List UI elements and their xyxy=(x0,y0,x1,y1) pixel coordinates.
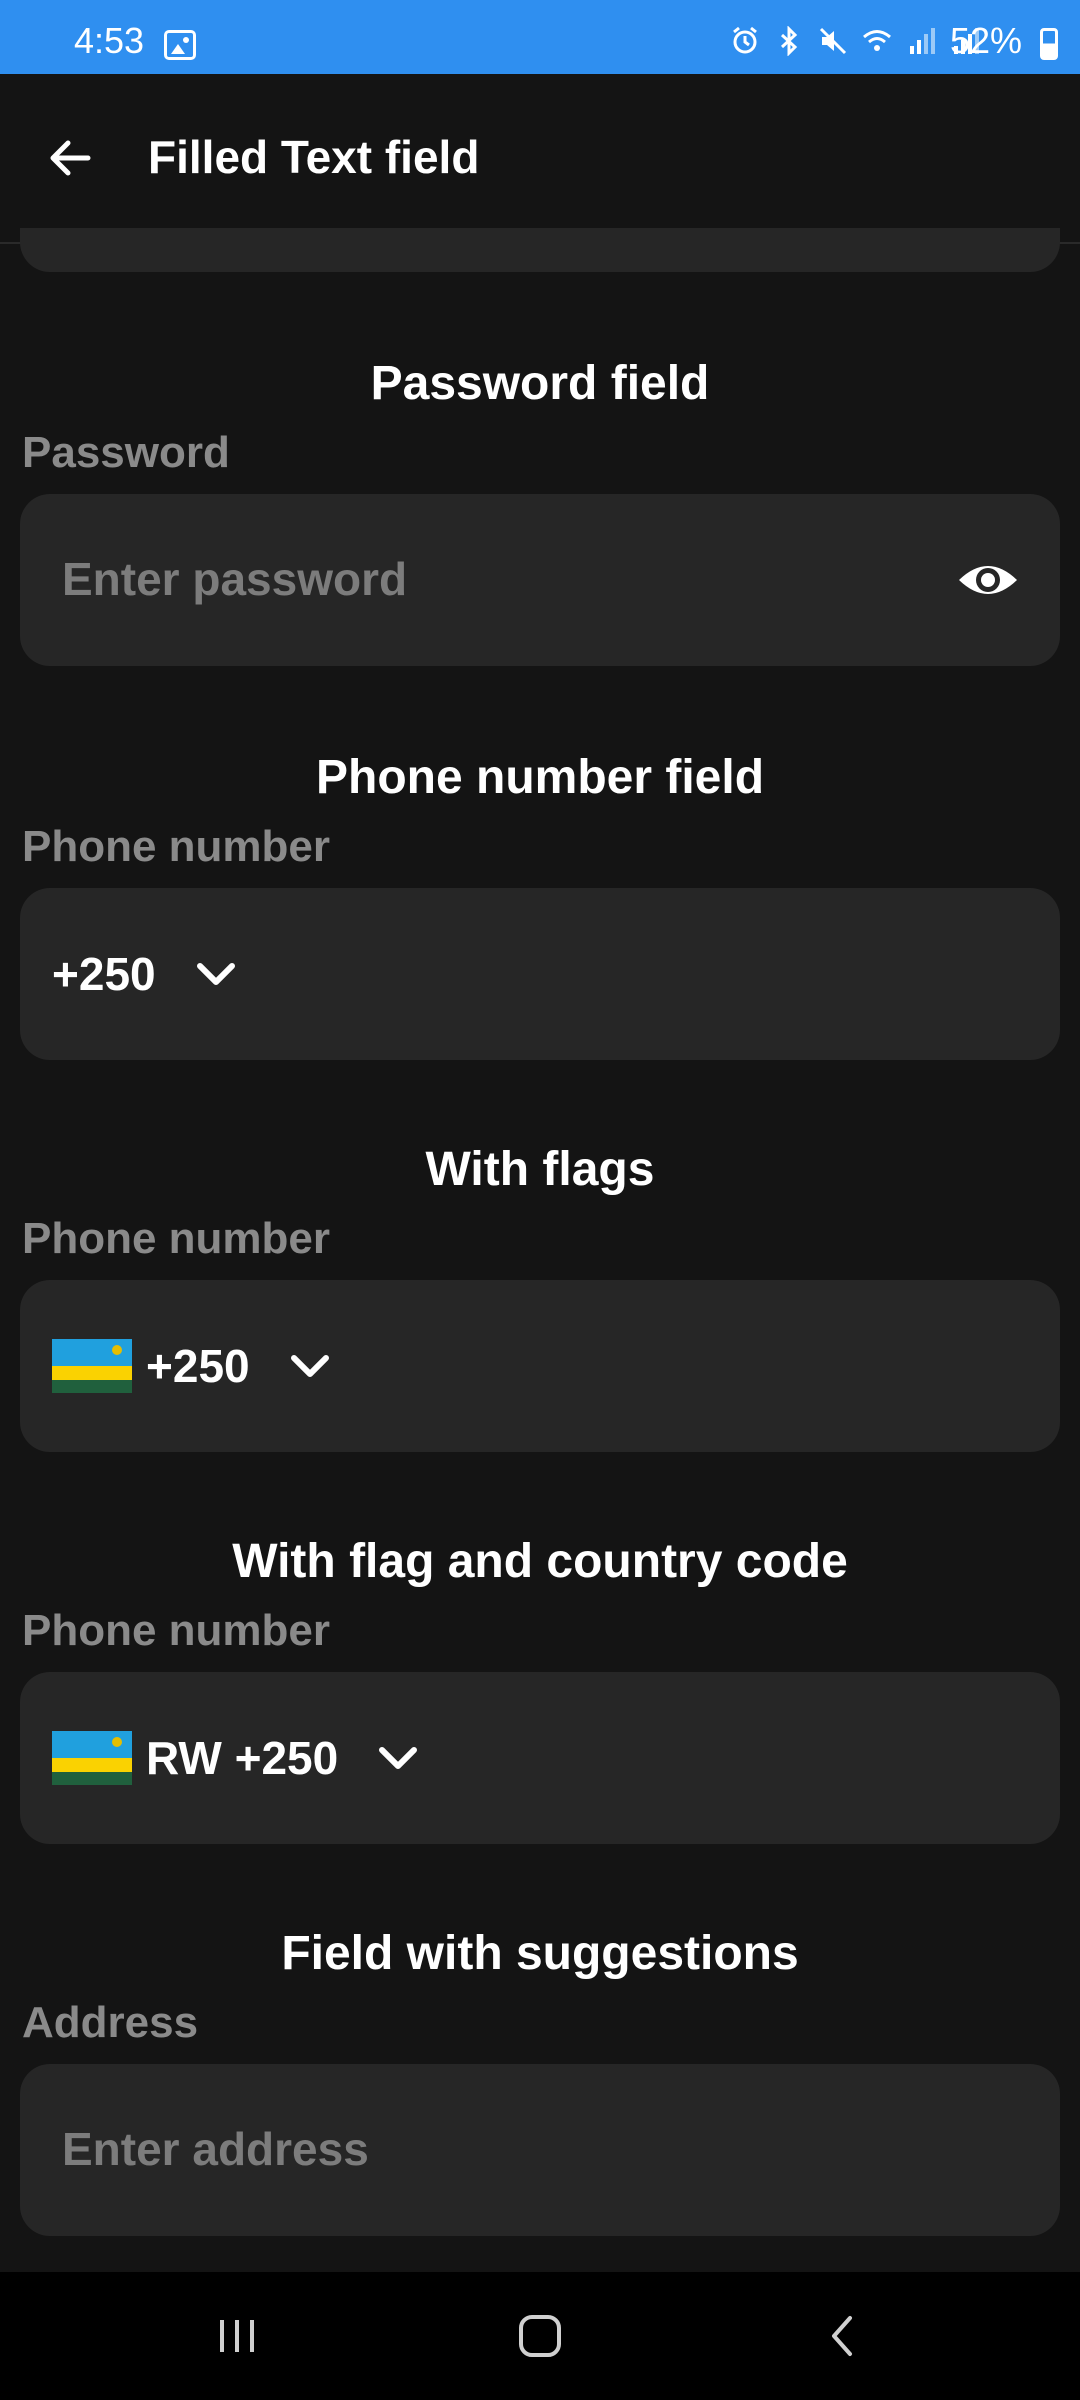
signal-icon xyxy=(910,28,935,54)
recents-icon[interactable] xyxy=(202,2306,272,2366)
navigation-bar xyxy=(0,2272,1080,2400)
chevron-down-icon xyxy=(290,1355,329,1377)
country-code: RW +250 xyxy=(146,1732,339,1784)
arrow-left-icon[interactable] xyxy=(40,128,100,188)
phone-field[interactable]: +250 xyxy=(20,888,1060,1060)
wifi-icon xyxy=(863,30,891,51)
app-bar: Filled Text field xyxy=(0,74,1080,244)
flags-phone-label: Phone number xyxy=(22,1214,331,1263)
rwanda-flag-icon xyxy=(52,1731,132,1785)
address-input[interactable]: Enter address xyxy=(62,2122,369,2176)
bluetooth-icon xyxy=(780,26,798,56)
home-icon[interactable] xyxy=(505,2306,575,2366)
status-icons xyxy=(730,26,980,56)
status-bar: 4:53 52% xyxy=(0,0,1080,74)
flag-country-section-title: With flag and country code xyxy=(232,1535,848,1588)
phone-label: Phone number xyxy=(22,822,331,871)
country-code: +250 xyxy=(52,948,156,1000)
address-label: Address xyxy=(22,1998,199,2047)
battery-icon xyxy=(1040,28,1058,60)
flags-section-title: With flags xyxy=(425,1143,655,1196)
mute-icon xyxy=(819,27,847,55)
page-title: Filled Text field xyxy=(148,131,480,183)
alarm-icon xyxy=(733,26,757,54)
flag-country-selector[interactable]: +250 xyxy=(52,1280,332,1452)
flag-country-code-selector[interactable]: RW +250 xyxy=(52,1672,420,1844)
previous-text-field[interactable] xyxy=(20,228,1060,272)
country-code: +250 xyxy=(146,1340,250,1392)
battery-percent: 52% xyxy=(949,20,1022,61)
flag-country-phone-label: Phone number xyxy=(22,1606,331,1655)
flag-country-phone-field[interactable]: RW +250 xyxy=(20,1672,1060,1844)
chevron-down-icon xyxy=(196,963,235,985)
back-icon[interactable] xyxy=(808,2306,878,2366)
password-section-title: Password field xyxy=(370,357,710,410)
gallery-icon xyxy=(164,30,196,60)
address-field[interactable]: Enter address xyxy=(20,2064,1060,2236)
country-code-selector[interactable]: +250 xyxy=(52,888,238,1060)
password-field[interactable]: Enter password xyxy=(20,494,1060,666)
password-label: Password xyxy=(22,428,230,477)
password-input[interactable]: Enter password xyxy=(62,552,407,606)
phone-section-title: Phone number field xyxy=(315,751,765,804)
status-time: 4:53 xyxy=(74,20,145,61)
eye-icon[interactable] xyxy=(956,550,1020,610)
rwanda-flag-icon xyxy=(52,1339,132,1393)
suggestions-section-title: Field with suggestions xyxy=(281,1927,799,1980)
chevron-down-icon xyxy=(379,1747,418,1769)
flags-phone-field[interactable]: +250 xyxy=(20,1280,1060,1452)
